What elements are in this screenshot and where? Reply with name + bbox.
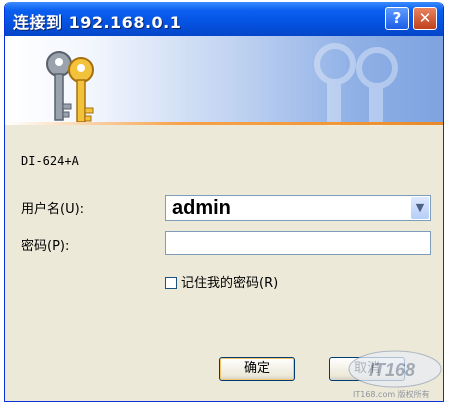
remember-password-checkbox[interactable]: 记住我的密码(R) bbox=[165, 272, 278, 291]
password-field[interactable] bbox=[165, 231, 431, 255]
chevron-down-icon[interactable]: ▼ bbox=[411, 197, 429, 219]
device-name: DI-624+A bbox=[21, 154, 79, 168]
title-bar[interactable]: 连接到 192.168.0.1 ? ✕ bbox=[5, 2, 443, 36]
username-label: 用户名(U): bbox=[21, 202, 85, 217]
window-title: 连接到 192.168.0.1 bbox=[13, 13, 182, 32]
checkbox-box[interactable] bbox=[165, 277, 177, 289]
it168-watermark-logo: IT168 IT168.com 版权所有 bbox=[348, 350, 442, 399]
password-label: 密码(P): bbox=[21, 239, 70, 254]
ok-button[interactable]: 确定 bbox=[219, 357, 295, 381]
help-button[interactable]: ? bbox=[385, 7, 409, 30]
banner bbox=[5, 36, 443, 126]
banner-accent-line bbox=[5, 122, 443, 125]
login-dialog: 连接到 192.168.0.1 ? ✕ DI-624+A 用户名(U): adm… bbox=[4, 2, 444, 402]
remember-password-label[interactable]: 记住我的密码(R) bbox=[181, 276, 278, 291]
banner-watermark-keys-icon bbox=[314, 43, 398, 126]
close-button[interactable]: ✕ bbox=[413, 7, 437, 30]
svg-text:IT168.com 版权所有: IT168.com 版权所有 bbox=[353, 389, 430, 399]
svg-text:IT168: IT168 bbox=[369, 360, 415, 380]
username-combobox[interactable]: admin ▼ bbox=[165, 195, 431, 221]
username-value[interactable]: admin bbox=[172, 196, 231, 221]
help-icon: ? bbox=[392, 9, 402, 27]
close-icon: ✕ bbox=[418, 9, 432, 27]
keys-icon bbox=[46, 51, 94, 123]
